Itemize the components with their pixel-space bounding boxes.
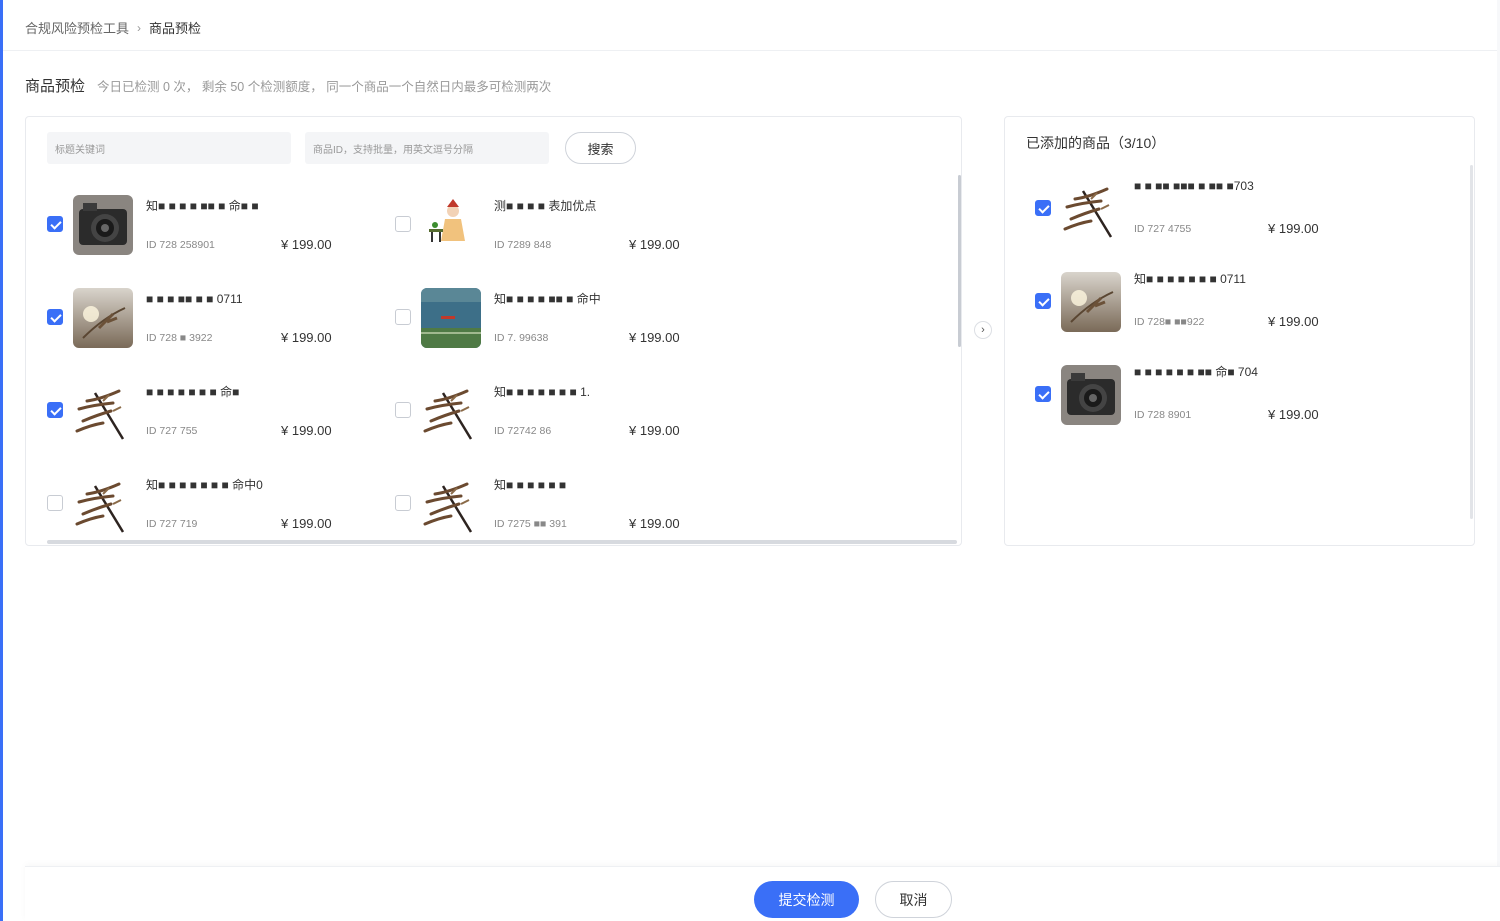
product-thumbnail [421,195,481,255]
product-name: ■ ■ ■ ■ ■ ■ ■■ 命■ 704 [1134,365,1258,379]
product-price: ¥ 199.00 [1268,221,1319,236]
breadcrumb: 合规风险预检工具 › 商品预检 [25,18,201,37]
product-card[interactable]: 知■ ■ ■ ■ ■■ ■ 命中 ID 7. 99638 ¥ 199.00 [395,278,735,348]
product-card[interactable]: 知■ ■ ■ ■ ■ ■ ■ 命中0 ID 727 719 ¥ 199.00 [47,464,387,534]
product-price: ¥ 199.00 [1268,314,1319,329]
product-id: ID 72742 86 [494,425,552,437]
product-selection-panel: 标题关键词 商品ID，支持批量，用英文逗号分隔 搜索 知■ ■ ■ ■ ■■ ■… [25,116,962,546]
product-checkbox[interactable] [47,402,63,418]
product-price: ¥ 199.00 [281,237,332,252]
product-name: 知■ ■ ■ ■ ■■ ■ 命中 [494,292,601,306]
added-product-card[interactable]: ■ ■ ■■ ■■■ ■ ■■ ■703 ID 727 4755 ¥ 199.00 [1035,169,1335,239]
page-title: 商品预检 [25,78,86,95]
product-price: ¥ 199.00 [629,423,680,438]
product-name: 测■ ■ ■ ■ 表加优点 [494,199,597,213]
search-bar: 标题关键词 商品ID，支持批量，用英文逗号分隔 搜索 [47,132,636,164]
product-id: ID 7. 99638 [494,332,549,344]
product-name: ■ ■ ■■ ■■■ ■ ■■ ■703 [1134,179,1254,193]
added-list-scrollbar[interactable] [1470,165,1473,519]
product-name: 知■ ■ ■ ■ ■ ■ ■ 命中0 [146,478,263,492]
product-id: ID 727 755 [146,425,198,437]
product-thumbnail [421,474,481,534]
product-thumbnail [73,195,133,255]
product-price: ¥ 199.00 [281,423,332,438]
product-price: ¥ 199.00 [1268,407,1319,422]
product-checkbox[interactable] [1035,293,1051,309]
product-card[interactable]: 知■ ■ ■ ■ ■■ ■ 命■ ■ ID 728 258901 ¥ 199.00 [47,185,387,255]
product-price: ¥ 199.00 [629,330,680,345]
submit-check-button[interactable]: 提交检测 [754,881,859,918]
product-checkbox[interactable] [47,309,63,325]
product-id: ID 728 258901 [146,239,215,251]
product-card[interactable]: 测■ ■ ■ ■ 表加优点 ID 7289 848 ¥ 199.00 [395,185,735,255]
product-id: ID 727 719 [146,518,198,530]
product-checkbox[interactable] [395,495,411,511]
quota-hint: 今日已检测 0 次， 剩余 50 个检测额度， 同一个商品一个自然日内最多可检测… [97,80,552,94]
product-checkbox[interactable] [395,309,411,325]
added-product-card[interactable]: 知■ ■ ■ ■ ■ ■ ■ 0711 ID 728■ ■■922 ¥ 199.00 [1035,262,1335,332]
product-price: ¥ 199.00 [281,330,332,345]
cancel-button[interactable]: 取消 [875,881,952,918]
product-id: ID 728■ ■■922 [1134,316,1205,328]
added-products-panel: 已添加的商品（3/10） ■ ■ ■■ ■■■ ■ ■■ ■703 ID 727 … [1004,116,1475,546]
product-thumbnail [421,288,481,348]
product-id: ID 7289 848 [494,239,552,251]
breadcrumb-root[interactable]: 合规风险预检工具 [25,18,129,37]
product-thumbnail [1061,365,1121,425]
product-thumbnail [1061,272,1121,332]
footer-actions: 提交检测 取消 [25,866,1500,921]
product-thumbnail [73,288,133,348]
chevron-right-icon[interactable]: › [974,321,992,339]
product-checkbox[interactable] [395,402,411,418]
search-button[interactable]: 搜索 [565,132,636,164]
product-id: ID 7275 ■■ 391 [494,518,567,530]
product-checkbox[interactable] [395,216,411,232]
product-card[interactable]: ■ ■ ■ ■■ ■ ■ 0711 ID 728 ■ 3922 ¥ 199.00 [47,278,387,348]
product-id: ID 728 8901 [1134,409,1192,421]
product-card[interactable]: 知■ ■ ■ ■ ■ ■ ■ 1. ID 72742 86 ¥ 199.00 [395,371,735,441]
product-checkbox[interactable] [1035,200,1051,216]
vertical-scrollbar[interactable] [958,175,961,347]
product-price: ¥ 199.00 [629,237,680,252]
product-name: 知■ ■ ■ ■ ■ ■ ■ 0711 [1134,272,1246,286]
keyword-search-input[interactable]: 标题关键词 [47,132,291,164]
chevron-right-icon: › [137,20,142,35]
product-card[interactable]: 知■ ■ ■ ■ ■ ■ ID 7275 ■■ 391 ¥ 199.00 [395,464,735,534]
product-id-search-input[interactable]: 商品ID，支持批量，用英文逗号分隔 [305,132,549,164]
breadcrumb-current: 商品预检 [149,21,202,36]
product-id: ID 727 4755 [1134,223,1192,235]
product-name: ■ ■ ■ ■■ ■ ■ 0711 [146,292,243,306]
product-checkbox[interactable] [1035,386,1051,402]
product-name: 知■ ■ ■ ■ ■ ■ ■ 1. [494,385,591,399]
product-price: ¥ 199.00 [629,516,680,531]
product-name: 知■ ■ ■ ■ ■ ■ [494,478,567,492]
product-checkbox[interactable] [47,216,63,232]
header-divider [3,50,1497,51]
product-thumbnail [73,381,133,441]
product-name: 知■ ■ ■ ■ ■■ ■ 命■ ■ [146,199,259,213]
product-checkbox[interactable] [47,495,63,511]
product-card[interactable]: ■ ■ ■ ■ ■ ■ ■ 命■ ID 727 755 ¥ 199.00 [47,371,387,441]
product-name: ■ ■ ■ ■ ■ ■ ■ 命■ [146,385,240,399]
title-row: 商品预检 今日已检测 0 次， 剩余 50 个检测额度， 同一个商品一个自然日内… [25,75,551,96]
added-product-card[interactable]: ■ ■ ■ ■ ■ ■ ■■ 命■ 704 ID 728 8901 ¥ 199.00 [1035,355,1335,425]
product-id: ID 728 ■ 3922 [146,332,213,344]
page: 合规风险预检工具 › 商品预检 商品预检 今日已检测 0 次， 剩余 50 个检… [3,0,1500,921]
product-thumbnail [73,474,133,534]
added-products-title: 已添加的商品（3/10） [1026,135,1166,151]
product-thumbnail [1061,179,1121,239]
horizontal-scrollbar[interactable] [47,540,957,544]
product-price: ¥ 199.00 [281,516,332,531]
product-thumbnail [421,381,481,441]
